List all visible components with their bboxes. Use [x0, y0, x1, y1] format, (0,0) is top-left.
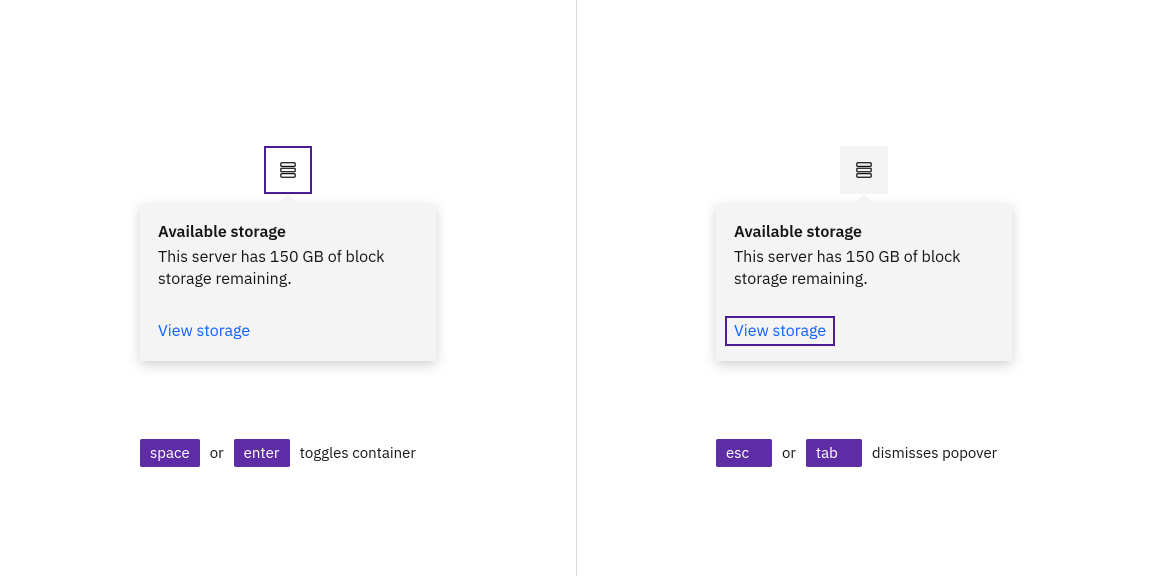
storage-trigger-button[interactable] [264, 146, 312, 194]
storage-icon [855, 161, 873, 179]
keyboard-hint: space or enter toggles container [140, 439, 416, 467]
key-tab: tab [806, 439, 862, 467]
left-panel: Available storage This server has 150 GB… [0, 0, 576, 576]
hint-separator: or [210, 444, 224, 463]
hint-description: dismisses popover [872, 444, 997, 463]
key-enter: enter [234, 439, 290, 467]
popover-body: This server has 150 GB of block storage … [734, 246, 994, 291]
popover-title: Available storage [734, 222, 994, 242]
storage-trigger-button[interactable] [840, 146, 888, 194]
popover-caret [854, 194, 874, 214]
hint-separator: or [782, 444, 796, 463]
popover-body: This server has 150 GB of block storage … [158, 246, 418, 291]
popover-caret [278, 194, 298, 214]
right-panel: Available storage This server has 150 GB… [576, 0, 1152, 576]
keyboard-hint: esc or tab dismisses popover [716, 439, 997, 467]
key-esc: esc [716, 439, 772, 467]
view-storage-link[interactable]: View storage [726, 317, 834, 345]
popover-title: Available storage [158, 222, 418, 242]
storage-icon [279, 161, 297, 179]
view-storage-link[interactable]: View storage [150, 317, 258, 345]
hint-description: toggles container [300, 444, 416, 463]
storage-popover: Available storage This server has 150 GB… [140, 204, 436, 361]
key-space: space [140, 439, 200, 467]
storage-popover: Available storage This server has 150 GB… [716, 204, 1012, 361]
